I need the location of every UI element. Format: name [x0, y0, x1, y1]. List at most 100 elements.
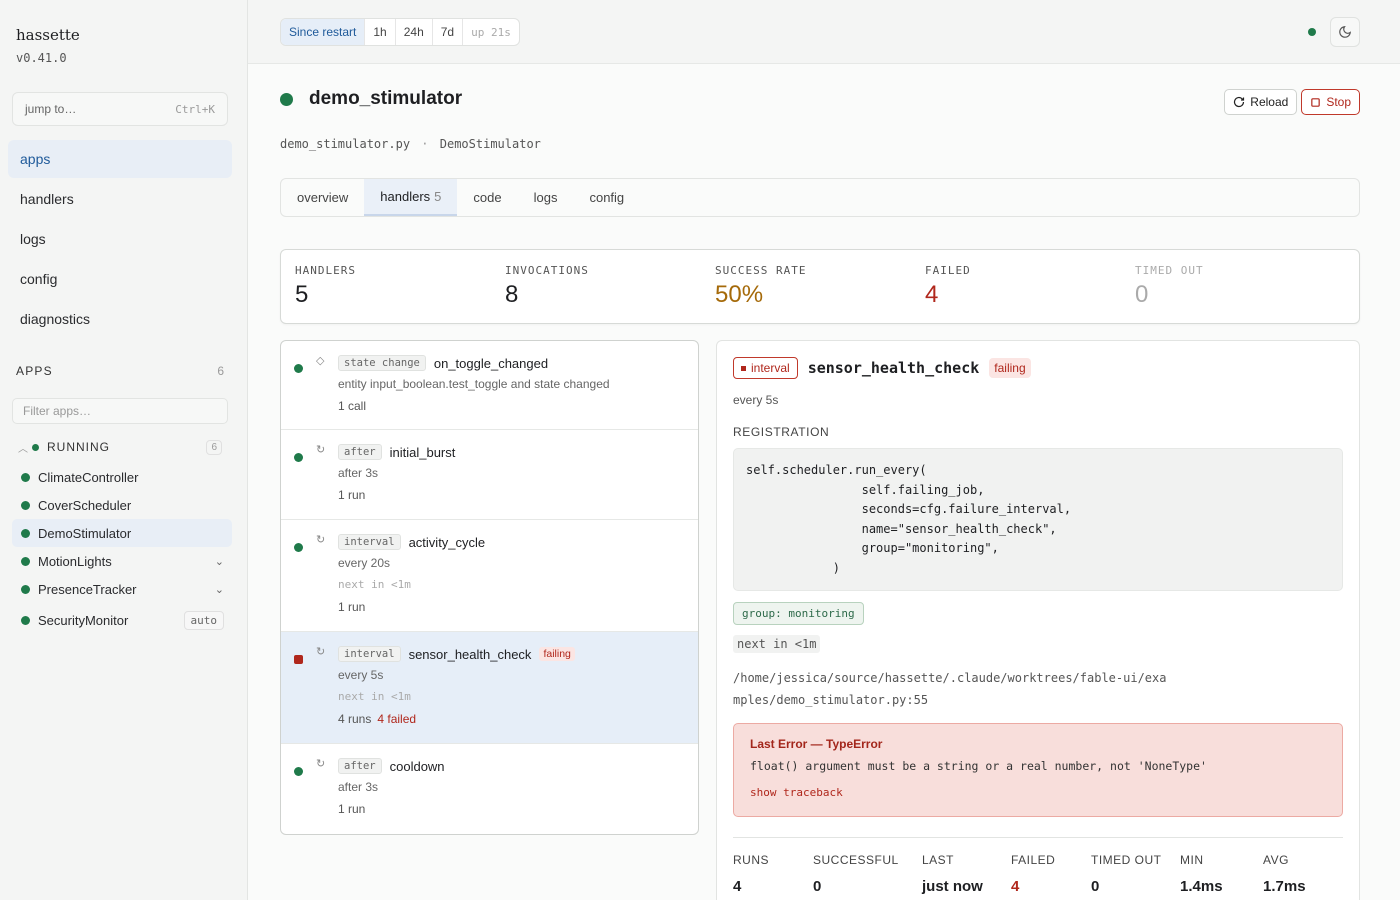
- metric-timed-out: TIMED OUT 0: [1091, 853, 1180, 895]
- app-item[interactable]: PresenceTracker ⌄: [12, 575, 232, 603]
- app-actions: Reload Stop: [1224, 89, 1360, 115]
- main-content: Since restart 1h 24h 7d up 21s demo_stim…: [248, 0, 1400, 900]
- handler-run-count: 1 run: [338, 488, 698, 505]
- app-item-label: SecurityMonitor: [38, 612, 129, 628]
- nav-item-apps[interactable]: apps: [8, 140, 232, 178]
- stop-button[interactable]: Stop: [1301, 89, 1360, 115]
- app-item-label: ClimateController: [38, 469, 139, 485]
- run-count-label: 1 run: [338, 488, 366, 502]
- detail-type-label: interval: [751, 361, 790, 375]
- app-root: hassette v0.41.0 jump to… Ctrl+K apps ha…: [0, 0, 1400, 900]
- chevron-up-icon: ︿: [18, 443, 29, 455]
- jump-to-input[interactable]: jump to… Ctrl+K: [12, 92, 228, 126]
- handler-row[interactable]: ↻ interval activity_cycle every 20s next in …: [281, 520, 698, 632]
- handler-name: on_toggle_changed: [433, 355, 549, 371]
- metric-last: LAST just now: [922, 853, 1011, 895]
- stat-label: INVOCATIONS: [505, 264, 589, 277]
- theme-toggle-button[interactable]: [1330, 17, 1360, 47]
- chevron-down-icon[interactable]: ⌄: [215, 583, 224, 596]
- brand-name: hassette: [16, 26, 80, 44]
- handler-row[interactable]: ↻ after initial_burst after 3s 1 run: [281, 430, 698, 520]
- recurring-icon: ↻: [316, 758, 326, 770]
- handler-type-pill: interval: [338, 534, 401, 550]
- metric-label: LAST: [922, 853, 955, 867]
- handler-title-line: state change on_toggle_changed: [338, 354, 698, 372]
- group-running[interactable]: ︿ RUNNING 6: [18, 436, 222, 458]
- stat-invocations: INVOCATIONS 8: [505, 264, 715, 323]
- recurring-icon: ↻: [316, 646, 326, 658]
- nav-item-logs[interactable]: logs: [8, 220, 232, 258]
- stat-success-rate: SUCCESS RATE 50%: [715, 264, 925, 323]
- error-title: Last Error — TypeError: [750, 737, 883, 751]
- metric-label: AVG: [1263, 853, 1289, 867]
- tab-logs[interactable]: logs: [518, 179, 574, 216]
- range-since-restart[interactable]: Since restart: [281, 19, 366, 45]
- error-message: float() argument must be a string or a r…: [750, 759, 1207, 773]
- app-item-label: PresenceTracker: [38, 581, 137, 597]
- apps-section-title: APPS: [16, 364, 53, 378]
- nav-item-diagnostics[interactable]: diagnostics: [8, 300, 232, 338]
- handler-type-pill: after: [338, 444, 382, 460]
- nav-item-handlers[interactable]: handlers: [8, 180, 232, 218]
- range-24h[interactable]: 24h: [396, 19, 433, 45]
- apps-section-count: 6: [217, 364, 224, 378]
- sidebar: hassette v0.41.0 jump to… Ctrl+K apps ha…: [0, 0, 248, 900]
- metric-value: 4: [1011, 878, 1020, 895]
- range-1h[interactable]: 1h: [365, 19, 396, 45]
- run-count-label: 1 call: [338, 399, 367, 413]
- apps-section-header: APPS 6: [16, 364, 224, 378]
- handler-run-count: 1 call: [338, 399, 698, 416]
- handler-list: ◇ state change on_toggle_changed entity inp…: [280, 340, 699, 835]
- uptime-label: up 21s: [471, 25, 511, 39]
- status-dot-icon: [294, 364, 303, 373]
- show-traceback-link[interactable]: show traceback: [750, 786, 1326, 799]
- reload-button[interactable]: Reload: [1224, 89, 1298, 115]
- app-item[interactable]: CoverScheduler: [12, 491, 232, 519]
- status-dot-icon: [21, 500, 30, 510]
- detail-metrics: RUNS 4 SUCCESSFUL 0 LAST just now FAILED 4 TIMED…: [733, 837, 1343, 895]
- range-7d[interactable]: 7d: [433, 19, 464, 45]
- handler-type-pill: state change: [338, 355, 426, 371]
- tab-config[interactable]: config: [573, 179, 640, 216]
- tab-handlers-label: handlers: [380, 189, 431, 204]
- app-header: demo_stimulator: [280, 88, 462, 110]
- tab-overview[interactable]: overview: [281, 179, 364, 216]
- filter-apps-input[interactable]: Filter apps…: [12, 398, 228, 424]
- registration-heading: REGISTRATION: [733, 425, 830, 439]
- handler-row[interactable]: ◇ state change on_toggle_changed entity inp…: [281, 341, 698, 430]
- app-item[interactable]: DemoStimulator: [12, 519, 232, 547]
- chevron-down-icon[interactable]: ⌄: [215, 555, 224, 568]
- run-count-label: 1 run: [338, 802, 366, 816]
- stat-value: 5: [295, 281, 309, 308]
- jump-shortcut: Ctrl+K: [175, 102, 215, 116]
- app-item[interactable]: ClimateController: [12, 463, 232, 491]
- registration-code: self.scheduler.run_every( self.failing_j…: [733, 448, 1343, 591]
- status-dot-icon: [21, 584, 30, 594]
- stat-label: HANDLERS: [295, 264, 356, 277]
- stat-handlers: HANDLERS 5: [295, 264, 505, 323]
- metric-value: 1.4ms: [1180, 878, 1223, 895]
- recurring-icon: ↻: [316, 444, 326, 456]
- tab-code[interactable]: code: [457, 179, 517, 216]
- app-class: DemoStimulator: [439, 137, 541, 151]
- status-dot-icon: [294, 543, 303, 552]
- handler-row[interactable]: ↻ interval sensor_health_check failing every…: [281, 632, 698, 744]
- app-item[interactable]: SecurityMonitor auto: [12, 606, 232, 634]
- run-count-label: 1 run: [338, 600, 366, 614]
- page-title: demo_stimulator: [309, 88, 463, 109]
- stats-card: HANDLERS 5 INVOCATIONS 8 SUCCESS RATE 50…: [280, 249, 1360, 324]
- reload-label: Reload: [1250, 95, 1289, 109]
- status-dot-icon: [294, 453, 303, 462]
- tab-bar: overview handlers 5 code logs config: [280, 178, 1360, 217]
- stat-value: 8: [505, 281, 519, 308]
- handler-row[interactable]: ↻ after cooldown after 3s 1 run: [281, 744, 698, 833]
- tab-handlers-count: 5: [434, 189, 442, 204]
- stat-value: 4: [925, 281, 939, 308]
- status-dot-icon: [294, 767, 303, 776]
- run-count-label: 4 runs: [338, 712, 372, 726]
- app-item[interactable]: MotionLights ⌄: [12, 547, 232, 575]
- top-bar: Since restart 1h 24h 7d up 21s: [248, 0, 1400, 64]
- reload-icon: [1234, 96, 1245, 108]
- nav-item-config[interactable]: config: [8, 260, 232, 298]
- tab-handlers[interactable]: handlers 5: [364, 179, 458, 216]
